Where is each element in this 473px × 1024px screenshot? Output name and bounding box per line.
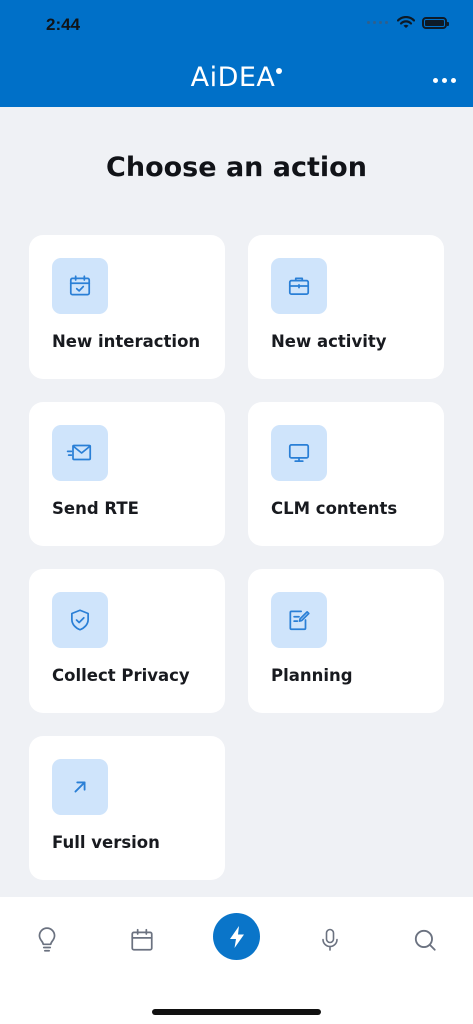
lightbulb-icon bbox=[38, 927, 56, 952]
edit-note-icon bbox=[271, 592, 327, 648]
action-card-planning[interactable]: Planning bbox=[248, 569, 444, 713]
action-label: Planning bbox=[271, 666, 353, 685]
lightning-icon bbox=[229, 925, 244, 948]
monitor-icon bbox=[271, 425, 327, 481]
status-time: 2:44 bbox=[46, 15, 81, 34]
action-card-full-version[interactable]: Full version bbox=[29, 736, 225, 880]
search-icon bbox=[414, 929, 436, 951]
action-card-new-interaction[interactable]: New interaction bbox=[29, 235, 225, 379]
shield-check-icon bbox=[52, 592, 108, 648]
app-header: 2:44 AiDEA bbox=[0, 0, 473, 107]
status-icons bbox=[367, 16, 449, 29]
calendar-check-icon bbox=[52, 258, 108, 314]
calendar-icon bbox=[131, 928, 153, 951]
action-card-send-rte[interactable]: Send RTE bbox=[29, 402, 225, 546]
battery-icon bbox=[422, 16, 449, 29]
action-label: CLM contents bbox=[271, 499, 398, 518]
tab-calendar[interactable] bbox=[119, 917, 165, 963]
briefcase-icon bbox=[271, 258, 327, 314]
mail-send-icon bbox=[52, 425, 108, 481]
arrow-up-right-icon bbox=[52, 759, 108, 815]
page-title: Choose an action bbox=[106, 152, 367, 183]
home-indicator bbox=[152, 1009, 321, 1015]
action-card-new-activity[interactable]: New activity bbox=[248, 235, 444, 379]
wifi-icon bbox=[397, 16, 415, 28]
action-label: New activity bbox=[271, 332, 387, 351]
action-label: Send RTE bbox=[52, 499, 139, 518]
action-label: Full version bbox=[52, 833, 160, 852]
tab-voice[interactable] bbox=[307, 917, 353, 963]
tab-ideas[interactable] bbox=[24, 917, 70, 963]
bottom-tab-bar bbox=[0, 897, 473, 1024]
cellular-signal-icon bbox=[367, 21, 388, 24]
tab-quick-actions[interactable] bbox=[213, 913, 260, 960]
action-label: New interaction bbox=[52, 332, 201, 351]
tab-search[interactable] bbox=[402, 917, 448, 963]
microphone-icon bbox=[322, 928, 338, 951]
action-label: Collect Privacy bbox=[52, 666, 190, 685]
action-card-collect-privacy[interactable]: Collect Privacy bbox=[29, 569, 225, 713]
action-card-clm-contents[interactable]: CLM contents bbox=[248, 402, 444, 546]
brand-logo: AiDEA bbox=[0, 62, 473, 93]
more-options-button[interactable] bbox=[431, 70, 457, 90]
